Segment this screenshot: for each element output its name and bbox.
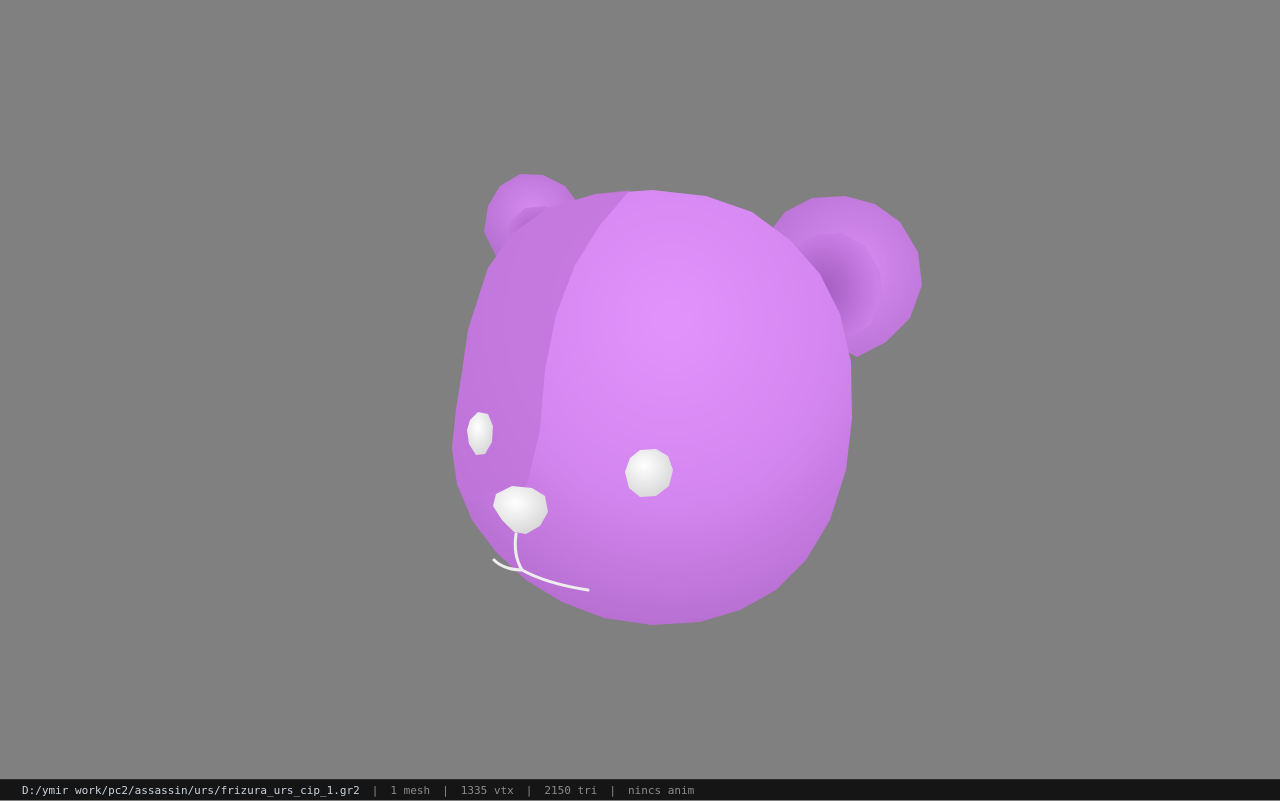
triangle-count: 2150 tri — [544, 783, 598, 797]
model-render — [452, 174, 922, 625]
anim-status: nincs anim — [627, 783, 695, 797]
head — [452, 190, 852, 625]
mesh-count: 1 mesh — [390, 783, 431, 797]
separator: | — [442, 783, 449, 797]
status-bar: D:/ymir work/pc2/assassin/urs/frizura_ur… — [0, 779, 1280, 800]
3d-viewport[interactable] — [0, 0, 1280, 779]
file-path: D:/ymir work/pc2/assassin/urs/frizura_ur… — [22, 783, 360, 797]
separator: | — [609, 783, 616, 797]
separator: | — [371, 783, 379, 797]
vertex-count: 1335 vtx — [460, 783, 514, 797]
separator: | — [525, 783, 533, 797]
